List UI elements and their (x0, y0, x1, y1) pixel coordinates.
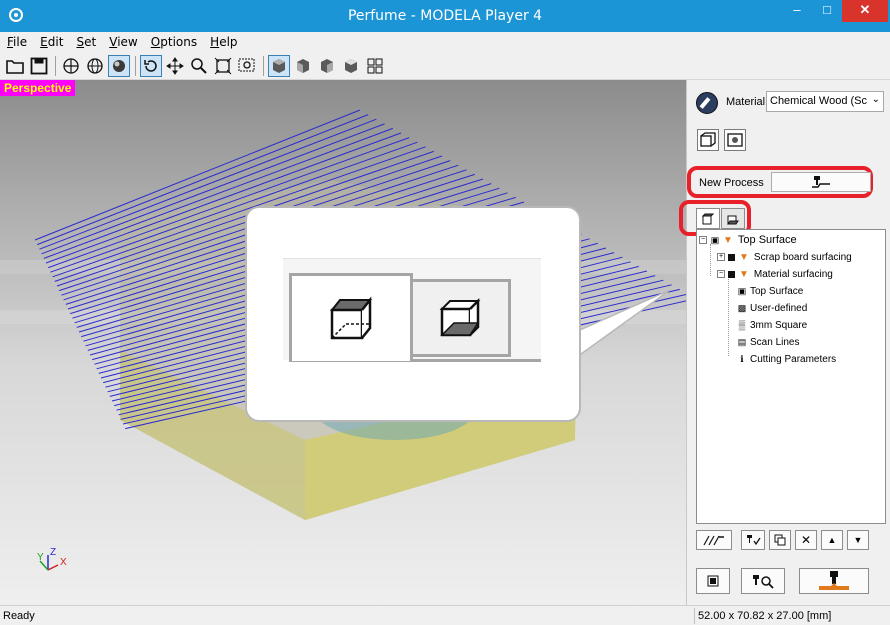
axis-z-label: Z (50, 547, 56, 558)
cube-bottom-icon (439, 297, 480, 337)
tool-icon (812, 176, 830, 188)
globe-wire-icon[interactable] (60, 55, 82, 77)
menu-set[interactable]: Set (71, 32, 101, 49)
tool-icon: ▼ (739, 251, 749, 263)
axis-x-label: X (60, 557, 67, 568)
cube-top-icon (329, 295, 373, 339)
cube-bottom-icon (727, 215, 739, 224)
menu-options[interactable]: Options (146, 32, 202, 49)
delete-process-button[interactable]: ✕ (795, 530, 817, 550)
status-text: Ready (3, 610, 35, 622)
zoom-icon[interactable] (188, 55, 210, 77)
multi-view-icon[interactable] (364, 55, 386, 77)
callout-tab-strip (283, 258, 541, 362)
tool-icon: ▼ (723, 234, 733, 246)
menu-edit[interactable]: Edit (35, 32, 68, 49)
cube-top-icon (702, 213, 714, 224)
new-process-button[interactable] (771, 172, 871, 192)
new-process-label: New Process (699, 177, 764, 189)
copy-icon (774, 534, 786, 546)
edit-process-button[interactable] (741, 530, 765, 550)
model-size-button[interactable] (697, 129, 719, 151)
zoom-callout (245, 206, 581, 422)
sphere-shaded-icon[interactable] (108, 55, 130, 77)
cut-icon (819, 571, 849, 590)
color-square-icon (728, 270, 735, 278)
process-tree[interactable]: − ▣ ▼ Top Surface + ▼ Scrap board surfac… (696, 229, 886, 524)
view-front-icon[interactable] (292, 55, 314, 77)
tree-item-tool[interactable]: ▒ 3mm Square (737, 317, 807, 333)
process-panel: Material Chemical Wood (Sc ⌄ New Process… (679, 80, 890, 605)
close-button[interactable]: ✕ (842, 0, 888, 22)
save-icon[interactable] (28, 55, 50, 77)
preview-button[interactable] (741, 568, 785, 594)
scan-lines-icon: ▤ (737, 336, 747, 347)
view-top-icon[interactable] (340, 55, 362, 77)
cut-button[interactable] (799, 568, 869, 594)
tree-item-scrap[interactable]: + ▼ Scrap board surfacing (717, 249, 852, 265)
area-select-icon: ▩ (737, 302, 747, 313)
new-process-row: New Process (687, 166, 873, 198)
tool-check-icon (747, 535, 761, 546)
menu-bar: File Edit Set View Options Help (0, 32, 890, 52)
title-bar: Perfume - MODELA Player 4 – □ ✕ (0, 0, 890, 32)
view-iso-icon[interactable] (268, 55, 290, 77)
cube-top-icon: ▣ (737, 285, 747, 296)
maximize-button[interactable]: □ (812, 0, 842, 22)
cube-top-icon: ▣ (710, 234, 720, 245)
menu-help[interactable]: Help (205, 32, 242, 49)
callout-tab-bottom (413, 279, 511, 357)
fit-icon[interactable] (212, 55, 234, 77)
pan-icon[interactable] (164, 55, 186, 77)
material-select[interactable]: Chemical Wood (Sc ⌄ (766, 91, 884, 112)
expander-icon[interactable]: + (717, 253, 725, 261)
menu-file[interactable]: File (2, 32, 32, 49)
stop-icon (707, 575, 719, 587)
tree-item-top-surface[interactable]: ▣ Top Surface (737, 283, 804, 299)
tree-item-root[interactable]: − ▣ ▼ Top Surface (699, 232, 797, 248)
move-up-button[interactable]: ▲ (821, 530, 843, 550)
tool-icon: ▼ (739, 268, 749, 280)
model-dimensions: 52.00 x 70.82 x 27.00 [mm] (698, 610, 832, 622)
tree-item-material[interactable]: − ▼ Material surfacing (717, 266, 833, 282)
tab-bottom[interactable] (721, 208, 745, 229)
globe-icon[interactable] (84, 55, 106, 77)
zoom-box-icon[interactable] (236, 55, 258, 77)
status-bar: Ready 52.00 x 70.82 x 27.00 [mm] (0, 605, 890, 625)
end-mill-icon: ▒ (738, 320, 746, 330)
window-title: Perfume - MODELA Player 4 (347, 8, 543, 24)
model-orientation-button[interactable] (724, 129, 746, 151)
move-down-button[interactable]: ▼ (847, 530, 869, 550)
copy-process-button[interactable] (769, 530, 791, 550)
toolbar (0, 52, 890, 80)
tree-item-user-defined[interactable]: ▩ User-defined (737, 300, 808, 316)
menu-view[interactable]: View (104, 32, 142, 49)
view-side-icon[interactable] (316, 55, 338, 77)
material-label: Material (726, 96, 766, 108)
cut-preview-icon (703, 535, 724, 546)
folder-open-icon[interactable] (4, 55, 26, 77)
tree-item-cutting-params[interactable]: ℹ Cutting Parameters (737, 351, 836, 367)
minimize-button[interactable]: – (782, 0, 812, 22)
chevron-down-icon: ⌄ (871, 94, 880, 105)
stop-button[interactable] (696, 568, 730, 594)
tree-item-scan-lines[interactable]: ▤ Scan Lines (737, 334, 800, 350)
info-icon: ℹ (740, 353, 744, 364)
callout-tab-surface (289, 273, 413, 361)
tab-surface[interactable] (696, 208, 720, 229)
expander-icon[interactable]: − (699, 236, 707, 244)
rotate-icon[interactable] (140, 55, 162, 77)
expander-icon[interactable]: − (717, 270, 725, 278)
tool-search-icon (753, 575, 774, 589)
axis-y-label: Y (37, 552, 44, 563)
preview-cut-button[interactable] (696, 530, 732, 550)
perspective-label: Perspective (0, 80, 76, 96)
color-square-icon (728, 253, 735, 261)
compass-icon[interactable] (696, 92, 718, 114)
